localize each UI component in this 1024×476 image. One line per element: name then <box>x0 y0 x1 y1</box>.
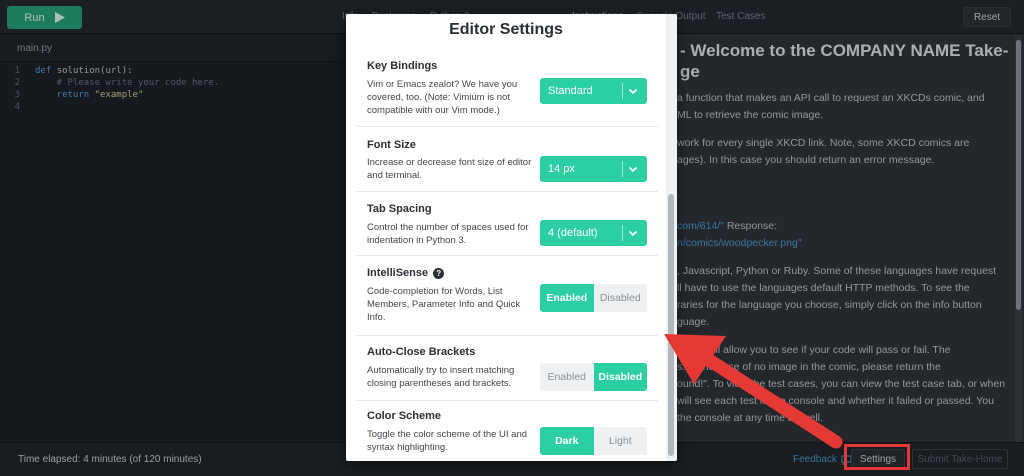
select-separator <box>622 225 623 241</box>
key-bindings-select[interactable]: Standard <box>540 78 647 104</box>
auto-close-description: Automatically try to insert matching clo… <box>367 365 515 389</box>
key-bindings-description: Vim or Emacs zealot? We have you covered… <box>367 79 518 116</box>
auto-close-enabled-option[interactable]: Enabled <box>540 363 594 391</box>
intellisense-toggle: Enabled Disabled <box>540 284 647 312</box>
color-scheme-description: Toggle the color scheme of the UI and sy… <box>367 429 528 453</box>
select-separator <box>622 83 623 99</box>
intellisense-description: Code-completion for Words, List Members,… <box>367 286 521 323</box>
font-size-title: Font Size <box>367 139 416 151</box>
font-size-select[interactable]: 14 px <box>540 156 647 182</box>
select-separator <box>622 161 623 177</box>
chevron-down-icon <box>628 88 638 95</box>
tab-spacing-description: Control the number of spaces used for in… <box>367 222 529 246</box>
tab-spacing-select[interactable]: 4 (default) <box>540 220 647 246</box>
color-scheme-dark-option[interactable]: Dark <box>540 427 594 455</box>
section-divider <box>356 400 658 401</box>
font-size-value: 14 px <box>548 163 575 175</box>
font-size-description: Increase or decrease font size of editor… <box>367 157 532 181</box>
auto-close-toggle: Enabled Disabled <box>540 363 647 391</box>
key-bindings-value: Standard <box>548 85 593 97</box>
chevron-down-icon <box>628 166 638 173</box>
modal-scroll-thumb[interactable] <box>668 194 674 456</box>
help-icon[interactable]: ? <box>433 267 445 279</box>
section-divider <box>356 126 658 127</box>
key-bindings-title: Key Bindings <box>367 60 438 72</box>
tab-spacing-title: Tab Spacing <box>367 203 432 215</box>
settings-highlight-box <box>844 444 910 470</box>
auto-close-title: Auto-Close Brackets <box>367 346 476 358</box>
color-scheme-toggle: Dark Light <box>540 427 647 455</box>
modal-title: Editor Settings <box>449 21 563 38</box>
tab-spacing-value: 4 (default) <box>548 227 598 239</box>
editor-settings-modal: Editor Settings Key Bindings Vim or Emac… <box>346 14 677 461</box>
intellisense-enabled-option[interactable]: Enabled <box>540 284 594 312</box>
color-scheme-title: Color Scheme <box>367 410 441 422</box>
section-divider <box>356 335 658 336</box>
chevron-down-icon <box>628 230 638 237</box>
section-divider <box>356 191 658 192</box>
color-scheme-light-option[interactable]: Light <box>593 427 647 455</box>
section-divider <box>356 255 658 256</box>
intellisense-title: IntelliSense ? <box>367 267 445 279</box>
intellisense-disabled-option[interactable]: Disabled <box>593 284 647 312</box>
auto-close-disabled-option[interactable]: Disabled <box>593 363 647 391</box>
